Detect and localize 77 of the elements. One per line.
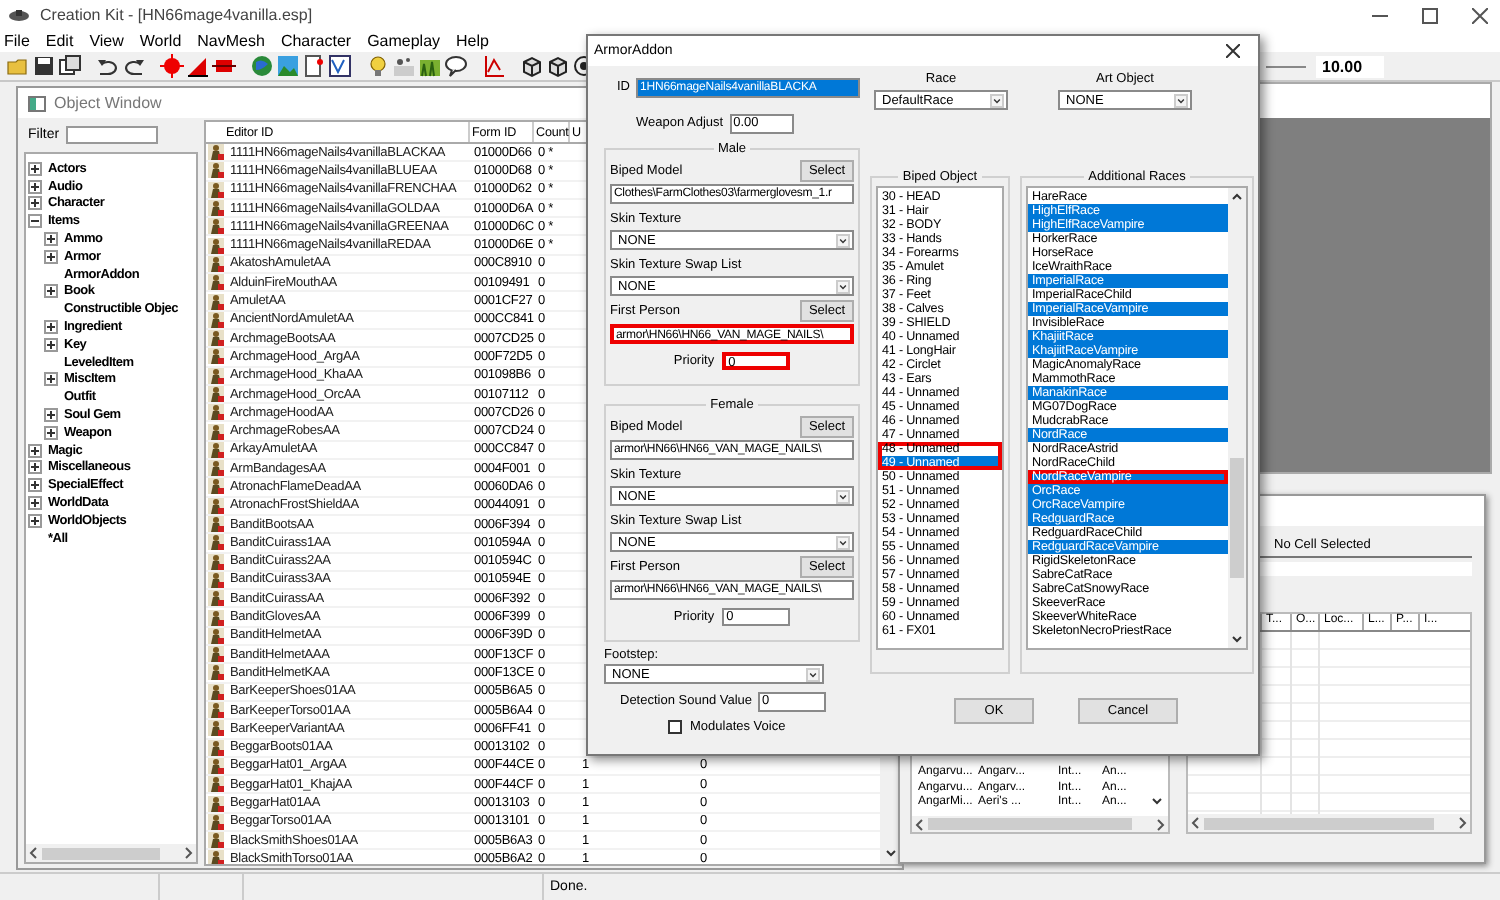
chart-icon[interactable] [328, 54, 352, 78]
burst-icon[interactable] [160, 54, 184, 78]
plus-box-icon[interactable] [28, 161, 42, 176]
window-title: Creation Kit - [HN66mage4vanilla.esp] [40, 6, 313, 24]
plus-box-icon[interactable] [28, 496, 42, 511]
maximize-icon[interactable] [1422, 7, 1438, 23]
close-icon[interactable] [1472, 7, 1488, 23]
graph-icon[interactable] [482, 54, 506, 78]
marker-icon[interactable] [212, 54, 236, 78]
minus-box-icon[interactable] [28, 214, 42, 229]
zoom-value: 10.00 [1316, 55, 1384, 77]
scroll-left-icon[interactable] [914, 817, 924, 831]
cube-icon[interactable] [520, 54, 544, 78]
close-icon[interactable] [1226, 44, 1240, 58]
menu-item[interactable]: Gameplay [367, 32, 441, 50]
menu-item[interactable]: NavMesh [197, 32, 265, 50]
scroll-down-icon[interactable] [1150, 794, 1164, 808]
app-icon [8, 7, 30, 23]
scrollbar-thumb[interactable] [1204, 817, 1434, 829]
dropdown-arrow-icon[interactable] [836, 233, 850, 247]
plus-box-icon[interactable] [28, 196, 42, 211]
dropdown-arrow-icon[interactable] [1174, 93, 1188, 107]
lightbulb-icon[interactable] [366, 54, 390, 78]
scrollbar-thumb[interactable] [42, 847, 160, 859]
dropdown-arrow-icon[interactable] [990, 93, 1004, 107]
scrollbar-thumb[interactable] [1230, 458, 1244, 578]
scroll-left-icon[interactable] [1190, 816, 1200, 830]
plus-box-icon[interactable] [44, 284, 58, 299]
dropdown-arrow-icon[interactable] [836, 279, 850, 293]
plus-box-icon[interactable] [44, 372, 58, 387]
window-stack-icon[interactable] [58, 54, 82, 78]
plus-box-icon[interactable] [28, 179, 42, 194]
window-title: Object Window [54, 94, 162, 112]
scroll-down-icon[interactable] [1230, 632, 1244, 646]
scroll-down-icon[interactable] [883, 846, 897, 860]
plus-box-icon[interactable] [44, 232, 58, 247]
triangle-icon[interactable] [186, 54, 210, 78]
landscape-icon[interactable] [276, 54, 300, 78]
plus-box-icon[interactable] [28, 513, 42, 528]
menu-item[interactable]: Character [280, 32, 352, 50]
cube-icon[interactable] [546, 54, 570, 78]
save-icon[interactable] [32, 54, 56, 78]
plus-box-icon[interactable] [44, 337, 58, 352]
dropdown-arrow-icon[interactable] [836, 489, 850, 503]
window-icon [28, 95, 46, 111]
undo-icon[interactable] [96, 54, 120, 78]
scroll-right-icon[interactable] [184, 846, 194, 860]
scroll-right-icon[interactable] [1458, 816, 1468, 830]
plus-box-icon[interactable] [44, 249, 58, 264]
scrollbar[interactable] [1228, 188, 1246, 648]
plus-box-icon[interactable] [28, 460, 42, 475]
dropdown-arrow-icon[interactable] [836, 535, 850, 549]
scrollbar[interactable] [26, 844, 196, 862]
speech-bubble-icon[interactable] [444, 54, 468, 78]
scrollbar[interactable] [912, 816, 1168, 832]
plus-box-icon[interactable] [28, 443, 42, 458]
scroll-right-icon[interactable] [1156, 817, 1166, 831]
grass-icon[interactable] [418, 54, 442, 78]
plus-box-icon[interactable] [44, 408, 58, 423]
document-icon[interactable] [302, 54, 326, 78]
scrollbar[interactable] [1188, 814, 1470, 832]
dropdown-arrow-icon[interactable] [806, 667, 820, 681]
menu-item[interactable]: File [4, 32, 30, 50]
checkbox[interactable] [668, 720, 682, 734]
scroll-left-icon[interactable] [28, 846, 38, 860]
plus-box-icon[interactable] [44, 320, 58, 335]
redo-icon[interactable] [122, 54, 146, 78]
menu-item[interactable]: World [139, 32, 182, 50]
menu-item[interactable]: View [89, 32, 124, 50]
scrollbar-thumb[interactable] [928, 818, 1132, 830]
filter-field[interactable] [65, 125, 158, 143]
scroll-up-icon[interactable] [1230, 190, 1244, 204]
globe-icon[interactable] [250, 54, 274, 78]
menu-item[interactable]: Edit [45, 32, 74, 50]
menu-item[interactable]: Help [456, 32, 489, 50]
plus-box-icon[interactable] [28, 478, 42, 493]
plus-box-icon[interactable] [44, 425, 58, 440]
